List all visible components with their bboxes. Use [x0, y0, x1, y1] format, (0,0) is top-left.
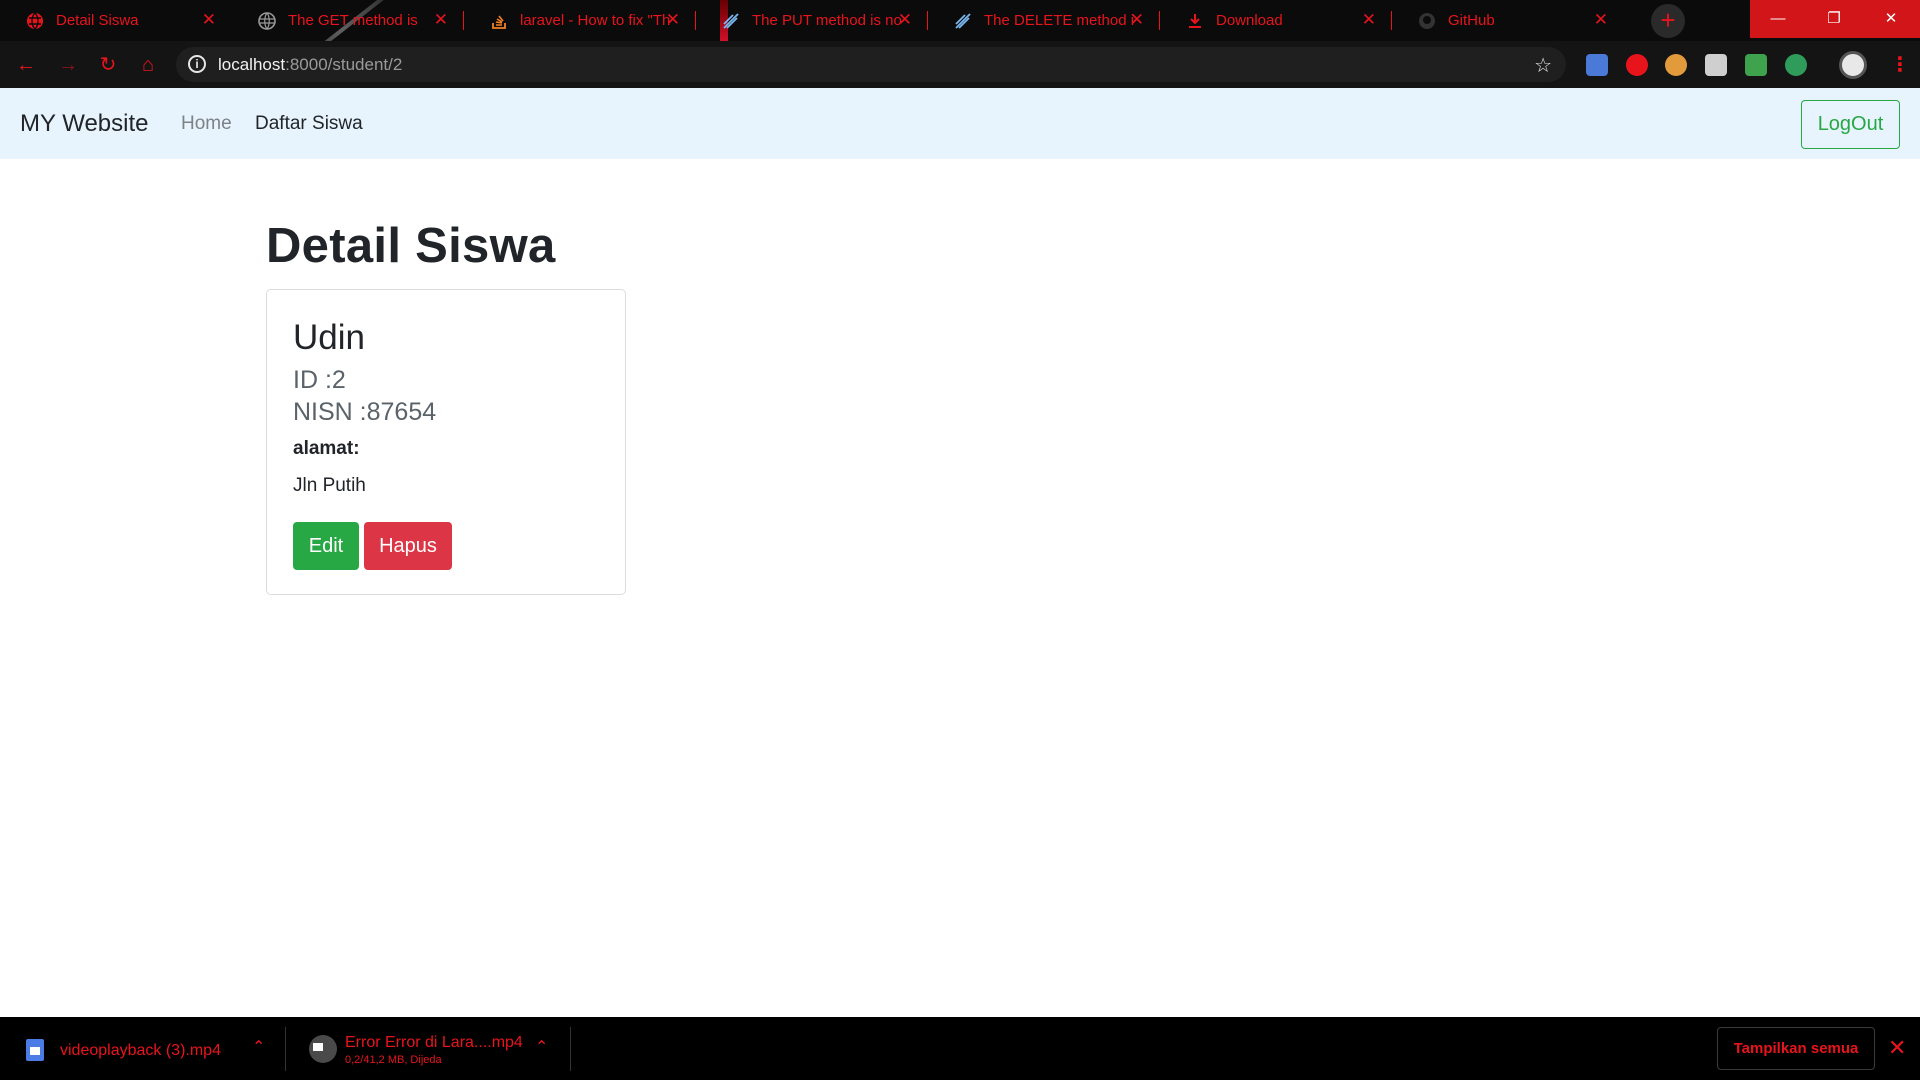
- file-icon: [26, 1039, 44, 1061]
- tab-title: GitHub: [1448, 12, 1495, 29]
- browser-toolbar: ← → ↻ ⌂ i localhost:8000/student/2 ☆ ⋮: [0, 41, 1920, 88]
- chevron-up-icon[interactable]: ⌃: [252, 1037, 265, 1057]
- site-info-icon[interactable]: i: [188, 55, 206, 73]
- student-card: Udin ID :2 NISN :87654 alamat: Jln Putih…: [266, 289, 626, 595]
- tab-put-method[interactable]: The PUT method is not ✕: [696, 0, 928, 41]
- translate-extension-icon[interactable]: [1586, 54, 1608, 76]
- site-navbar: MY Website Home Daftar Siswa LogOut: [0, 88, 1920, 159]
- tab-stackoverflow[interactable]: laravel - How to fix "Th ✕: [464, 0, 696, 41]
- tab-title: The DELETE method is: [984, 12, 1134, 29]
- download-item[interactable]: Error Error di Lara....mp4 0,2/41,2 MB, …: [285, 1017, 571, 1080]
- tab-title: The PUT method is not: [752, 12, 902, 29]
- tab-download[interactable]: Download ✕: [1160, 0, 1392, 41]
- globe-icon: [26, 12, 44, 30]
- new-tab-button[interactable]: +: [1651, 4, 1685, 38]
- address-url: localhost:8000/student/2: [218, 55, 402, 75]
- bookmark-star-icon[interactable]: ☆: [1534, 53, 1552, 78]
- profile-avatar[interactable]: [1839, 51, 1867, 79]
- tab-strip: Detail Siswa ✕ The GET method is ✕ larav…: [0, 0, 1920, 41]
- stackoverflow-icon: [490, 12, 508, 30]
- page-title: Detail Siswa: [266, 219, 556, 273]
- download-status: 0,2/41,2 MB, Dijeda: [345, 1054, 442, 1066]
- cookie-extension-icon[interactable]: [1665, 54, 1687, 76]
- restore-button[interactable]: ❐: [1806, 0, 1862, 38]
- close-icon[interactable]: ✕: [1888, 1035, 1906, 1061]
- nav-link-daftar-siswa[interactable]: Daftar Siswa: [255, 113, 363, 135]
- reload-icon[interactable]: ↻: [96, 53, 120, 77]
- laracasts-icon: [722, 12, 740, 30]
- tab-title: Detail Siswa: [56, 12, 139, 29]
- download-filename: Error Error di Lara....mp4: [345, 1034, 523, 1051]
- tab-get-method[interactable]: The GET method is ✕: [232, 0, 464, 41]
- window-close-button[interactable]: ✕: [1862, 0, 1920, 38]
- address-value: Jln Putih: [293, 475, 366, 496]
- minimize-button[interactable]: —: [1750, 0, 1806, 38]
- home-icon[interactable]: ⌂: [136, 53, 160, 77]
- logout-button[interactable]: LogOut: [1801, 100, 1900, 149]
- tab-delete-method[interactable]: The DELETE method is ✕: [928, 0, 1160, 41]
- tab-close-icon[interactable]: ✕: [1362, 10, 1376, 30]
- tab-close-icon[interactable]: ✕: [666, 10, 680, 30]
- tab-close-icon[interactable]: ✕: [1130, 10, 1144, 30]
- url-path: :8000/student/2: [285, 55, 403, 74]
- tab-close-icon[interactable]: ✕: [898, 10, 912, 30]
- back-arrow-icon[interactable]: ←: [14, 53, 38, 77]
- student-id: ID :2: [293, 366, 346, 394]
- browser-menu-icon[interactable]: ⋮: [1890, 52, 1910, 77]
- student-nisn: NISN :87654: [293, 398, 437, 426]
- tab-title: The GET method is: [288, 12, 418, 29]
- student-name: Udin: [293, 318, 365, 357]
- address-label: alamat:: [293, 438, 360, 459]
- address-bar[interactable]: i localhost:8000/student/2 ☆: [176, 47, 1566, 82]
- site-brand[interactable]: MY Website: [20, 110, 149, 138]
- window-extension-icon[interactable]: [1705, 54, 1727, 76]
- download-filename: videoplayback (3).mp4: [60, 1042, 221, 1059]
- laracasts-icon: [954, 12, 972, 30]
- github-icon: [1418, 12, 1436, 30]
- tab-detail-siswa[interactable]: Detail Siswa ✕: [0, 0, 232, 41]
- nav-link-home[interactable]: Home: [181, 113, 232, 135]
- chevron-up-icon[interactable]: ⌃: [535, 1037, 548, 1057]
- globe-icon: [258, 11, 276, 30]
- tab-title: laravel - How to fix "Th: [520, 12, 670, 29]
- download-item[interactable]: videoplayback (3).mp4 ⌃: [0, 1017, 286, 1080]
- tab-close-icon[interactable]: ✕: [434, 10, 448, 30]
- download-shelf: videoplayback (3).mp4 ⌃ Error Error di L…: [0, 1017, 1920, 1080]
- tab-title: Download: [1216, 12, 1283, 29]
- adblock-extension-icon[interactable]: [1626, 54, 1648, 76]
- forward-arrow-icon[interactable]: →: [56, 53, 80, 77]
- download-icon: [1186, 12, 1204, 30]
- slides-extension-icon[interactable]: [1745, 54, 1767, 76]
- tab-close-icon[interactable]: ✕: [1594, 10, 1608, 30]
- url-host: localhost: [218, 55, 286, 74]
- show-all-downloads-button[interactable]: Tampilkan semua: [1717, 1027, 1875, 1070]
- file-icon: [309, 1035, 337, 1063]
- delete-button[interactable]: Hapus: [364, 522, 452, 570]
- colorful-extension-icon[interactable]: [1785, 54, 1807, 76]
- edit-button[interactable]: Edit: [293, 522, 359, 570]
- tab-close-icon[interactable]: ✕: [202, 10, 216, 30]
- tab-github[interactable]: GitHub ✕: [1392, 0, 1624, 41]
